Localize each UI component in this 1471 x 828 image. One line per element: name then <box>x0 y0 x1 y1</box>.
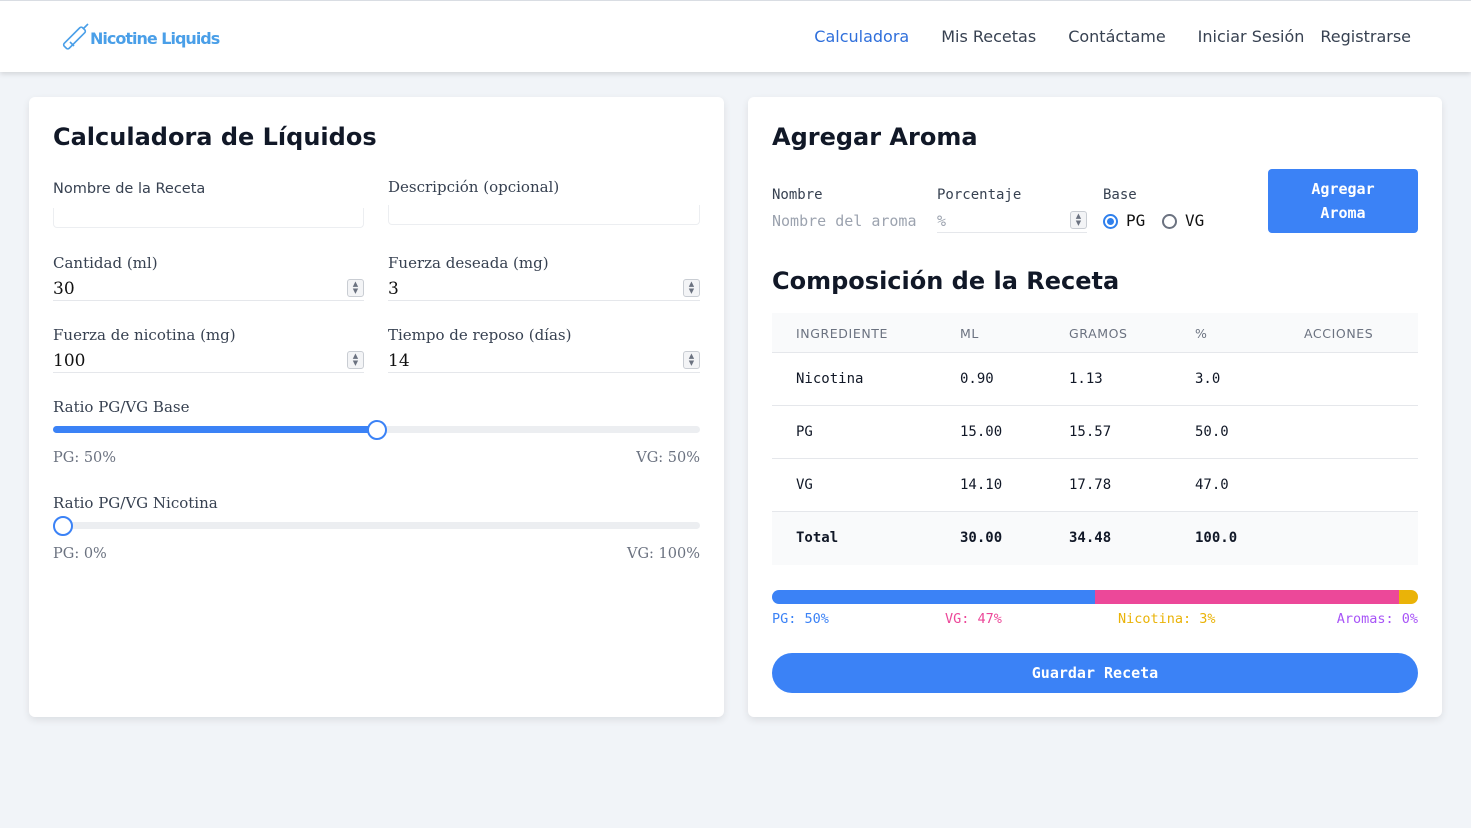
composition-title: Composición de la Receta <box>772 267 1120 295</box>
add-aroma-button[interactable]: Agregar Aroma <box>1268 169 1418 233</box>
nav-calculadora[interactable]: Calculadora <box>814 27 909 46</box>
base-ratio-slider[interactable] <box>53 420 700 440</box>
nicotine-strength-input[interactable]: 100 ▲ ▼ <box>53 351 364 373</box>
nav-contactame[interactable]: Contáctame <box>1068 27 1165 46</box>
aroma-name-input[interactable]: Nombre del aroma <box>772 212 922 230</box>
brand-logo[interactable]: Nicotine Liquids <box>62 21 220 55</box>
add-aroma-button-line2: Aroma <box>1320 204 1366 222</box>
recipe-name-input[interactable] <box>53 208 364 228</box>
row-grams: 17.78 <box>1069 477 1112 493</box>
nicotine-vg-text: VG: 100% <box>626 546 700 562</box>
total-ml: 30.00 <box>960 530 1003 546</box>
table-header: INGREDIENTE ML GRAMOS % ACCIONES <box>772 313 1418 353</box>
desired-strength-stepper[interactable]: ▲ ▼ <box>683 279 700 297</box>
steep-time-stepper[interactable]: ▲ ▼ <box>683 351 700 369</box>
desired-strength-value: 3 <box>388 279 399 299</box>
total-grams: 34.48 <box>1069 530 1112 546</box>
base-pg-radio[interactable] <box>1103 214 1118 229</box>
nicotine-strength-value: 100 <box>53 351 86 371</box>
calculator-title: Calculadora de Líquidos <box>53 123 377 151</box>
nav-mis-recetas[interactable]: Mis Recetas <box>941 27 1036 46</box>
nicotine-pg-text: PG: 0% <box>53 546 107 562</box>
nicotine-ratio-thumb[interactable] <box>53 516 73 536</box>
col-ingredient: INGREDIENTE <box>796 326 889 341</box>
row-percent: 3.0 <box>1195 371 1221 387</box>
total-label: Total <box>796 530 839 546</box>
base-ratio-label: Ratio PG/VG Base <box>53 398 190 416</box>
nicotine-strength-stepper[interactable]: ▲ ▼ <box>347 351 364 369</box>
nav-menu: Calculadora Mis Recetas Contáctame Inici… <box>814 27 1411 46</box>
amount-value: 30 <box>53 279 75 299</box>
composition-bar <box>772 590 1418 604</box>
description-input[interactable] <box>388 205 700 225</box>
table-row: VG 14.10 17.78 47.0 <box>772 459 1418 512</box>
table-total-row: Total 30.00 34.48 100.0 <box>772 512 1418 565</box>
amount-label: Cantidad (ml) <box>53 254 158 272</box>
add-aroma-button-line1: Agregar <box>1311 180 1375 198</box>
bar-segment-pg <box>772 590 1095 604</box>
save-recipe-button[interactable]: Guardar Receta <box>772 653 1418 693</box>
row-ml: 0.90 <box>960 371 994 387</box>
aroma-percent-placeholder: % <box>937 212 947 230</box>
col-ml: ML <box>960 326 979 341</box>
col-percent: % <box>1195 326 1208 341</box>
brand-name: Nicotine Liquids <box>90 28 220 48</box>
row-ingredient: PG <box>796 424 813 440</box>
total-percent: 100.0 <box>1195 530 1238 546</box>
base-vg-text: VG: 50% <box>636 450 700 466</box>
amount-input[interactable]: 30 ▲ ▼ <box>53 279 364 301</box>
nav-registrarse[interactable]: Registrarse <box>1320 27 1411 46</box>
steep-time-label: Tiempo de reposo (días) <box>388 326 572 344</box>
legend-nicotina: Nicotina: 3% <box>1118 611 1216 627</box>
steep-time-value: 14 <box>388 351 410 371</box>
base-ratio-thumb[interactable] <box>366 420 387 440</box>
row-percent: 47.0 <box>1195 477 1229 493</box>
legend-pg: PG: 50% <box>772 611 829 627</box>
base-ratio-fill <box>53 426 377 433</box>
description-label: Descripción (opcional) <box>388 178 560 196</box>
amount-stepper[interactable]: ▲ ▼ <box>347 279 364 297</box>
aroma-base-label: Base <box>1103 187 1137 203</box>
nicotine-strength-label: Fuerza de nicotina (mg) <box>53 326 236 344</box>
composition-table: INGREDIENTE ML GRAMOS % ACCIONES Nicotin… <box>772 313 1418 565</box>
row-grams: 15.57 <box>1069 424 1112 440</box>
aroma-composition-card: Agregar Aroma Nombre Nombre del aroma Po… <box>748 97 1442 717</box>
table-row: Nicotina 0.90 1.13 3.0 <box>772 353 1418 406</box>
aroma-name-label: Nombre <box>772 187 823 203</box>
row-ml: 14.10 <box>960 477 1003 493</box>
aroma-title: Agregar Aroma <box>772 123 978 151</box>
legend-vg: VG: 47% <box>945 611 1002 627</box>
navbar: Nicotine Liquids Calculadora Mis Recetas… <box>0 0 1471 72</box>
table-row: PG 15.00 15.57 50.0 <box>772 406 1418 459</box>
nav-iniciar-sesion[interactable]: Iniciar Sesión <box>1198 27 1305 46</box>
legend-aromas: Aromas: 0% <box>1336 611 1418 627</box>
col-actions: ACCIONES <box>1304 326 1374 341</box>
base-pg-radio-label[interactable]: PG <box>1126 211 1145 230</box>
col-grams: GRAMOS <box>1069 326 1128 341</box>
base-vg-radio[interactable] <box>1162 214 1177 229</box>
bar-segment-nicotina <box>1398 590 1418 604</box>
aroma-percent-input[interactable]: % ▲ ▼ <box>937 211 1087 233</box>
row-ml: 15.00 <box>960 424 1003 440</box>
row-ingredient: Nicotina <box>796 371 864 387</box>
base-vg-radio-label[interactable]: VG <box>1185 211 1204 230</box>
recipe-name-label: Nombre de la Receta <box>53 181 206 197</box>
desired-strength-input[interactable]: 3 ▲ ▼ <box>388 279 700 301</box>
nicotine-ratio-label: Ratio PG/VG Nicotina <box>53 494 218 512</box>
aroma-percent-stepper[interactable]: ▲ ▼ <box>1070 211 1087 229</box>
row-percent: 50.0 <box>1195 424 1229 440</box>
row-ingredient: VG <box>796 477 813 493</box>
nicotine-ratio-slider[interactable] <box>53 516 700 536</box>
row-grams: 1.13 <box>1069 371 1103 387</box>
calculator-card: Calculadora de Líquidos Nombre de la Rec… <box>29 97 724 717</box>
steep-time-input[interactable]: 14 ▲ ▼ <box>388 351 700 373</box>
aroma-percent-label: Porcentaje <box>937 187 1022 203</box>
bar-segment-vg <box>1095 590 1399 604</box>
desired-strength-label: Fuerza deseada (mg) <box>388 254 549 272</box>
base-pg-text: PG: 50% <box>53 450 117 466</box>
